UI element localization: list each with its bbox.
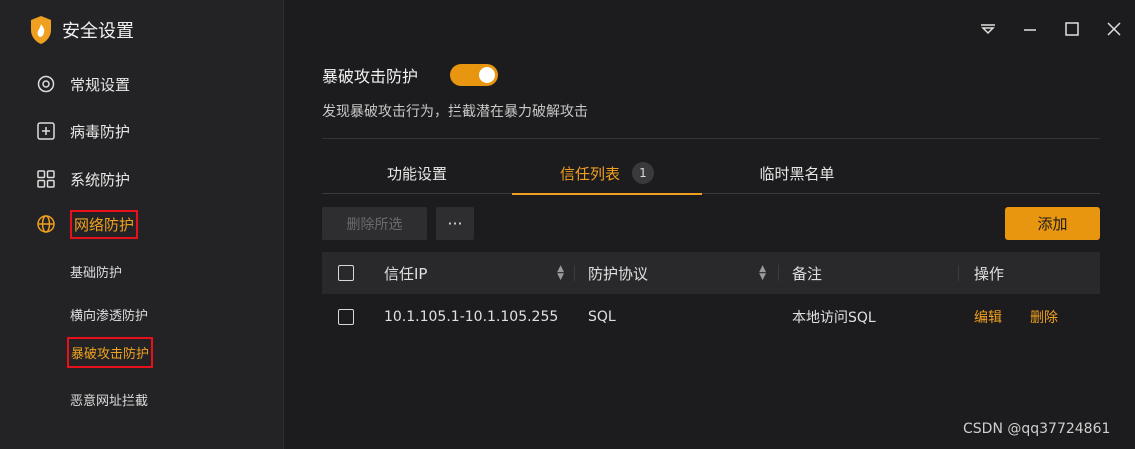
table-row: 10.1.105.1-10.1.105.255 SQL 本地访问SQL 编辑 删… [322, 296, 1100, 338]
header-label: 防护协议 [588, 264, 649, 283]
grid-icon [37, 170, 55, 188]
sidebar-subitem-malicious-url[interactable]: 恶意网址拦截 [70, 390, 148, 409]
plus-box-icon [37, 122, 55, 140]
header-label: 备注 [792, 264, 823, 283]
tab-function-settings[interactable]: 功能设置 [322, 152, 512, 194]
sidebar-item-label: 常规设置 [70, 75, 131, 94]
tab-trust-list[interactable]: 信任列表 1 [512, 152, 702, 195]
tab-bar: 功能设置 信任列表 1 临时黑名单 [322, 152, 1100, 195]
sidebar-item-system[interactable]: 系统防护 [36, 165, 130, 193]
table-header: 信任IP ▲ ▼ 防护协议 ▲ ▼ 备注 操作 [322, 252, 1100, 294]
sidebar-item-network[interactable]: 网络防护 [36, 209, 139, 239]
feature-toggle[interactable] [450, 64, 498, 86]
cell-protocol: SQL [588, 309, 616, 325]
sidebar-item-label: 病毒防护 [70, 122, 131, 141]
minimize-button[interactable] [1009, 14, 1051, 44]
cell-note: 本地访问SQL [792, 310, 876, 326]
delete-selected-button[interactable]: 删除所选 [322, 207, 427, 240]
more-button[interactable]: ··· [436, 207, 474, 240]
close-button[interactable] [1093, 14, 1135, 44]
maximize-icon [1065, 22, 1079, 36]
select-all-checkbox[interactable] [338, 265, 354, 281]
header-label: 信任IP [384, 264, 428, 283]
minimize-icon [1024, 29, 1036, 31]
column-separator [778, 265, 779, 281]
sort-icon: ▲ ▼ [557, 264, 564, 282]
column-separator [958, 265, 959, 281]
sidebar: 安全设置 常规设置 病毒防护 系统防护 网络防护 基础防护 横向渗透防护 暴破攻… [0, 0, 284, 449]
sidebar-item-label: 系统防护 [70, 170, 131, 189]
sidebar-item-general[interactable]: 常规设置 [36, 70, 130, 98]
maximize-button[interactable] [1051, 14, 1093, 44]
sidebar-subitem-lateral[interactable]: 横向渗透防护 [70, 305, 148, 324]
dropdown-button[interactable] [967, 14, 1009, 44]
watermark: CSDN @qq37724861 [963, 421, 1111, 437]
row-checkbox-cell [338, 296, 354, 338]
app-title-text: 安全设置 [62, 21, 134, 42]
header-label: 操作 [974, 264, 1005, 283]
feature-title: 暴破攻击防护 [322, 67, 419, 86]
tab-label: 临时黑名单 [759, 164, 835, 183]
count-badge: 1 [632, 162, 654, 184]
close-icon [1107, 22, 1121, 36]
tab-label: 功能设置 [386, 164, 447, 183]
window-controls [967, 14, 1135, 44]
dropdown-icon [981, 24, 995, 35]
row-checkbox[interactable] [338, 309, 354, 325]
header-checkbox-cell [338, 252, 354, 294]
feature-description: 发现暴破攻击行为，拦截潜在暴力破解攻击 [322, 104, 588, 120]
main-panel: 暴破攻击防护 发现暴破攻击行为，拦截潜在暴力破解攻击 功能设置 信任列表 1 临… [284, 0, 1135, 449]
divider [322, 138, 1100, 139]
header-trusted-ip[interactable]: 信任IP ▲ ▼ [384, 252, 564, 294]
header-note: 备注 [792, 252, 822, 294]
globe-icon [37, 215, 55, 233]
tab-temp-blacklist[interactable]: 临时黑名单 [702, 152, 892, 194]
sidebar-subitem-bruteforce[interactable]: 暴破攻击防护 [67, 337, 154, 368]
sidebar-item-label: 网络防护 [70, 209, 139, 239]
gear-icon [37, 75, 55, 93]
cell-ip: 10.1.105.1-10.1.105.255 [384, 309, 559, 325]
shield-logo-icon [31, 16, 51, 44]
app-title: 安全设置 [30, 14, 134, 46]
column-separator [574, 265, 575, 281]
cell-actions: 编辑 删除 [974, 296, 1058, 338]
tab-label: 信任列表 [559, 164, 620, 183]
sidebar-subitem-basic[interactable]: 基础防护 [70, 262, 122, 281]
edit-link[interactable]: 编辑 [974, 307, 1002, 327]
add-button[interactable]: 添加 [1005, 207, 1100, 240]
toggle-knob [479, 67, 495, 83]
sidebar-item-virus[interactable]: 病毒防护 [36, 117, 130, 145]
delete-link[interactable]: 删除 [1030, 307, 1058, 327]
sort-icon: ▲ ▼ [759, 264, 766, 282]
header-actions: 操作 [974, 252, 1004, 294]
header-protocol[interactable]: 防护协议 ▲ ▼ [588, 252, 766, 294]
